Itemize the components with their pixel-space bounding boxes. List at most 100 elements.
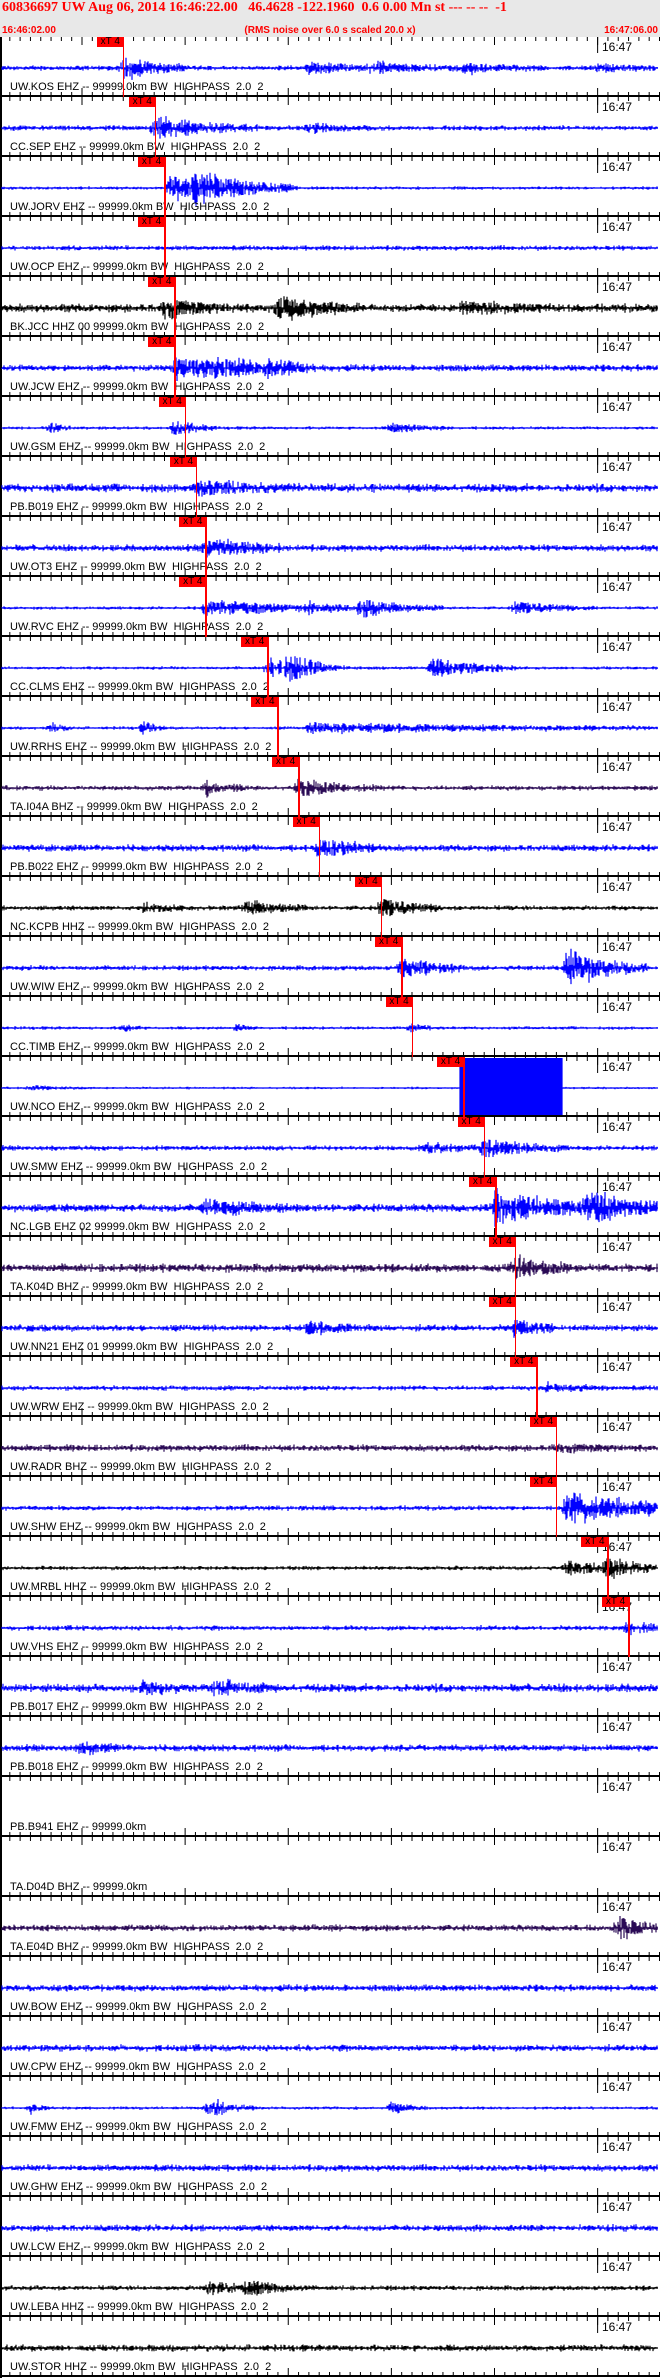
waveform <box>1 899 658 917</box>
station-label: UW.SMW EHZ -- 99999.0km BW HIGHPASS 2.0 … <box>10 1161 268 1173</box>
pick-marker[interactable]: xT 4 <box>469 1177 497 1187</box>
waveform <box>1 600 658 618</box>
pick-marker[interactable]: xT 4 <box>158 397 186 407</box>
minute-label: 16:47 <box>602 1660 633 1674</box>
pick-marker[interactable]: xT 4 <box>138 217 165 227</box>
pick-marker[interactable]: xT 4 <box>96 37 124 47</box>
trace-panel: PB.B018 EHZ -- 99999.0km BW HIGHPASS 2.0… <box>0 1717 660 1777</box>
trace-panel: CC.SEP EHZ -- 99999.0km BW HIGHPASS 2.0 … <box>0 97 660 157</box>
minute-label: 16:47 <box>602 280 633 294</box>
waveform <box>1 538 658 558</box>
pick-marker[interactable]: xT 4 <box>488 1297 516 1307</box>
trace-panel: TA.D04D BHZ -- 99999.0km 16:47 <box>0 1837 660 1897</box>
pick-marker[interactable]: xT 4 <box>169 457 197 467</box>
minute-label: 16:47 <box>602 1120 633 1134</box>
pick-marker[interactable]: xT 4 <box>241 637 269 647</box>
minute-label: 16:47 <box>602 2080 633 2094</box>
minute-label: 16:47 <box>602 160 633 174</box>
waveform <box>1 421 658 435</box>
scaling-note: (RMS noise over 6.0 s scaled 20.0 x) <box>244 25 416 36</box>
minute-label: 16:47 <box>602 1300 633 1314</box>
pick-marker[interactable]: xT 4 <box>272 757 300 767</box>
pick-marker[interactable]: xT 4 <box>602 1597 630 1607</box>
station-label: UW.NCO EHZ -- 99999.0km BW HIGHPASS 2.0 … <box>10 1101 265 1113</box>
pick-marker[interactable]: xT 4 <box>148 277 176 287</box>
station-label: PB.B018 EHZ -- 99999.0km BW HIGHPASS 2.0… <box>10 1761 263 1773</box>
trace-panel: TA.I04A BHZ -- 99999.0km BW HIGHPASS 2.0… <box>0 757 660 817</box>
minute-label: 16:47 <box>602 580 633 594</box>
pick-marker[interactable]: xT 4 <box>581 1537 609 1547</box>
pick-marker[interactable]: xT 4 <box>179 577 207 587</box>
trace-panel: UW.SHW EHZ -- 99999.0km BW HIGHPASS 2.0 … <box>0 1477 660 1537</box>
pick-marker[interactable]: xT 4 <box>510 1357 538 1367</box>
waveform <box>1 656 658 682</box>
waveform <box>1 839 658 857</box>
minute-label: 16:47 <box>602 760 633 774</box>
waveform <box>1 245 658 251</box>
trace-panel: PB.B022 EHZ -- 99999.0km BW HIGHPASS 2.0… <box>0 817 660 877</box>
minute-label: 16:47 <box>602 460 633 474</box>
waveform <box>1 2099 658 2116</box>
station-label: UW.NN21 EHZ 01 99999.0km BW HIGHPASS 2.0… <box>10 1341 274 1353</box>
pick-marker[interactable]: xT 4 <box>385 997 413 1007</box>
pick-marker[interactable]: xT 4 <box>437 1057 465 1067</box>
trace-panel: TA.K04D BHZ -- 99999.0km BW HIGHPASS 2.0… <box>0 1237 660 1297</box>
trace-panel: UW.OT3 EHZ -- 99999.0km BW HIGHPASS 2.0 … <box>0 517 660 577</box>
waveform <box>1 1558 658 1579</box>
waveform <box>1 1320 658 1338</box>
pick-marker[interactable]: xT 4 <box>488 1237 516 1247</box>
trace-panel: UW.JORV EHZ -- 99999.0km BW HIGHPASS 2.0… <box>0 157 660 217</box>
minute-label: 16:47 <box>602 940 633 954</box>
trace-panel: TA.E04D BHZ -- 99999.0km BW HIGHPASS 2.0… <box>0 1897 660 1957</box>
station-label: UW.OCP EHZ -- 99999.0km BW HIGHPASS 2.0 … <box>10 261 264 273</box>
trace-panel: PB.B017 EHZ -- 99999.0km BW HIGHPASS 2.0… <box>0 1657 660 1717</box>
station-label: UW.SHW EHZ -- 99999.0km BW HIGHPASS 2.0 … <box>10 1521 266 1533</box>
station-label: UW.FMW EHZ -- 99999.0km BW HIGHPASS 2.0 … <box>10 2121 267 2133</box>
waveform <box>1 57 658 80</box>
pick-marker[interactable]: xT 4 <box>529 1477 557 1487</box>
minute-label: 16:47 <box>602 1420 633 1434</box>
pick-marker[interactable]: xT 4 <box>457 1117 485 1127</box>
waveform <box>1 357 658 381</box>
station-label: NC.KCPB HHZ -- 99999.0km BW HIGHPASS 2.0… <box>10 921 269 933</box>
pick-marker[interactable]: xT 4 <box>375 937 403 947</box>
minute-label: 16:47 <box>602 640 633 654</box>
trace-panel: UW.GSM EHZ -- 99999.0km BW HIGHPASS 2.0 … <box>0 397 660 457</box>
trace-panel: UW.WRW EHZ -- 99999.0km BW HIGHPASS 2.0 … <box>0 1357 660 1417</box>
minute-label: 16:47 <box>602 1960 633 1974</box>
trace-panel: NC.KCPB HHZ -- 99999.0km BW HIGHPASS 2.0… <box>0 877 660 937</box>
station-label: UW.JORV EHZ -- 99999.0km BW HIGHPASS 2.0… <box>10 201 270 213</box>
pick-marker[interactable]: xT 4 <box>354 877 382 887</box>
waveform <box>1 1984 658 1992</box>
trace-panel: UW.WIW EHZ -- 99999.0km BW HIGHPASS 2.0 … <box>0 937 660 997</box>
waveform <box>1 1916 658 1940</box>
station-label: PB.B941 EHZ -- 99999.0km <box>10 1821 147 1833</box>
station-label: UW.RADR BHZ -- 99999.0km BW HIGHPASS 2.0… <box>10 1461 272 1473</box>
trace-panel: CC.TIMB EHZ -- 99999.0km BW HIGHPASS 2.0… <box>0 997 660 1057</box>
minute-label: 16:47 <box>602 1180 633 1194</box>
pick-marker[interactable]: xT 4 <box>251 697 279 707</box>
minute-label: 16:47 <box>602 220 633 234</box>
station-label: UW.RVC EHZ -- 99999.0km BW HIGHPASS 2.0 … <box>10 621 264 633</box>
station-label: PB.B017 EHZ -- 99999.0km BW HIGHPASS 2.0… <box>10 1701 263 1713</box>
minute-label: 16:47 <box>602 1060 633 1074</box>
minute-label: 16:47 <box>602 1360 633 1374</box>
waveform <box>1 948 658 985</box>
trace-panel: UW.NN21 EHZ 01 99999.0km BW HIGHPASS 2.0… <box>0 1297 660 1357</box>
minute-label: 16:47 <box>602 2140 633 2154</box>
minute-label: 16:47 <box>602 2020 633 2034</box>
station-label: UW.BOW EHZ -- 99999.0km BW HIGHPASS 2.0 … <box>10 2001 267 2013</box>
minute-label: 16:47 <box>602 820 633 834</box>
pick-marker[interactable]: xT 4 <box>138 157 165 167</box>
minute-label: 16:47 <box>602 400 633 414</box>
pick-marker[interactable]: xT 4 <box>292 817 320 827</box>
trace-panel: UW.OCP EHZ -- 99999.0km BW HIGHPASS 2.0 … <box>0 217 660 277</box>
station-label: TA.K04D BHZ -- 99999.0km BW HIGHPASS 2.0… <box>10 1281 264 1293</box>
pick-marker[interactable]: xT 4 <box>529 1417 557 1427</box>
pick-marker[interactable]: xT 4 <box>128 97 156 107</box>
station-label: UW.GHW EHZ -- 99999.0km BW HIGHPASS 2.0 … <box>10 2181 268 2193</box>
pick-marker[interactable]: xT 4 <box>148 337 176 347</box>
station-label: UW.KOS EHZ -- 99999.0km BW HIGHPASS 2.0 … <box>10 81 264 93</box>
pick-marker[interactable]: xT 4 <box>179 517 207 527</box>
station-label: UW.JCW EHZ -- 99999.0km BW HIGHPASS 2.0 … <box>10 381 265 393</box>
